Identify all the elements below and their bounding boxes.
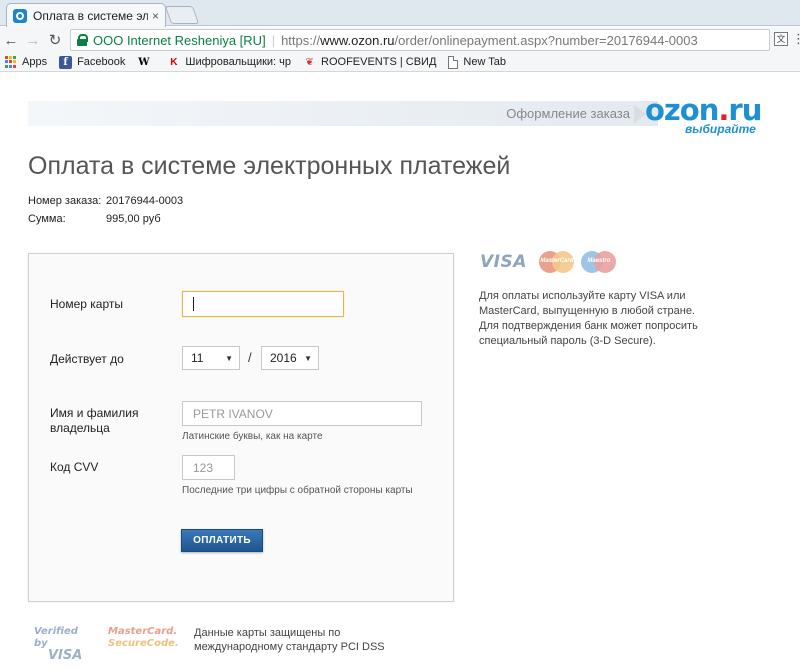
translate-icon[interactable]: 文 — [774, 32, 788, 46]
msc-line1: MasterCard. — [108, 626, 178, 637]
checkout-banner: Оформление заказа — [28, 101, 658, 126]
logo-tagline: выбирайте — [685, 122, 756, 136]
visa-logo: VISA — [480, 252, 527, 272]
pci-dss-note: Данные карты защищены по международному … — [194, 627, 385, 653]
order-sum-row: Сумма: 995,00 руб — [28, 213, 161, 225]
tab-title: Оплата в системе электр — [33, 8, 148, 23]
facebook-icon: f — [59, 55, 73, 69]
menu-icon[interactable]: ⋮ — [792, 32, 800, 45]
verified-by-visa-logo: Verified by VISA — [34, 626, 94, 662]
tab-active[interactable]: Оплата в системе электр × — [6, 3, 166, 27]
mastercard-logo: MasterCard — [538, 251, 575, 273]
page-content: Оформление заказа ozon.ru выбирайте Опла… — [0, 73, 800, 670]
lock-icon — [77, 34, 88, 46]
tab-strip: Оплата в системе электр × — [0, 0, 800, 27]
valid-until-label: Действует до — [50, 352, 124, 366]
divider: | — [271, 32, 276, 48]
mastercard-securecode-logo: MasterCard. SecureCode. — [108, 626, 194, 650]
cvv-placeholder: 123 — [193, 460, 214, 475]
order-sum-label: Сумма: — [28, 213, 66, 225]
bookmark-facebook[interactable]: f Facebook — [59, 55, 126, 69]
maestro-logo: Maestro — [580, 251, 617, 273]
mastercard-logo-text: MasterCard — [540, 258, 574, 264]
bookmark-label: New Tab — [463, 56, 507, 68]
payment-form: Номер карты Действует до 11 ▼ / 2016 ▼ И… — [28, 253, 454, 602]
date-separator: / — [248, 350, 252, 365]
expiry-month-select[interactable]: 11 ▼ — [182, 346, 240, 370]
msc-line2: SecureCode. — [108, 638, 179, 649]
expiry-year-value: 2016 — [270, 351, 297, 365]
bookmark-wikipedia[interactable]: W — [137, 56, 155, 69]
card-note: Для оплаты используйте карту VISA или Ma… — [479, 290, 698, 347]
cvv-label: Код CVV — [50, 460, 99, 474]
holder-name-hint: Латинские буквы, как на карте — [182, 431, 323, 442]
new-tab-button[interactable] — [164, 6, 200, 24]
cvv-hint: Последние три цифры с обратной стороны к… — [182, 485, 413, 496]
pay-button[interactable]: ОПЛАТИТЬ — [181, 529, 263, 552]
card-number-input[interactable] — [182, 291, 344, 317]
wikipedia-icon: W — [138, 56, 150, 68]
url-host: www.ozon.ru — [320, 32, 395, 48]
page-icon — [448, 55, 459, 69]
order-number-label: Номер заказа: — [28, 195, 102, 207]
bookmark-label: Шифровальщики: чр — [185, 56, 292, 68]
security-footer: Verified by VISA MasterCard. SecureCode.… — [34, 626, 394, 662]
breadcrumb: Оформление заказа — [506, 106, 630, 121]
maestro-logo-text: Maestro — [587, 258, 611, 264]
bookmark-new-tab[interactable]: New Tab — [448, 55, 507, 69]
bookmark-apps[interactable]: Apps — [4, 55, 48, 69]
expiry-year-select[interactable]: 2016 ▼ — [261, 346, 319, 370]
holder-name-label: Имя и фамилия владельца — [50, 406, 139, 435]
browser-toolbar: ← → ↻ OOO Internet Resheniya [RU] | http… — [0, 27, 800, 53]
ozon-logo[interactable]: ozon.ru выбирайте — [645, 96, 770, 137]
bookmark-label: Facebook — [77, 56, 126, 68]
kaspersky-icon: K — [170, 56, 178, 68]
secure-identity[interactable]: OOO Internet Resheniya [RU] — [93, 33, 266, 48]
accepted-cards: VISA MasterCard Maestro — [480, 251, 617, 273]
bookmark-roofevents[interactable]: ❦ ROOFEVENTS | СВИД — [303, 56, 436, 69]
reload-button[interactable]: ↻ — [44, 31, 66, 49]
back-button[interactable]: ← — [0, 32, 22, 49]
bookmark-label: Apps — [22, 56, 48, 68]
vbv-line1: Verified by — [34, 626, 78, 649]
holder-name-input[interactable]: PETR IVANOV — [182, 401, 422, 426]
url-scheme: https:// — [281, 32, 321, 48]
card-number-label: Номер карты — [50, 297, 123, 311]
order-number-value: 20176944-0003 — [106, 195, 184, 207]
cvv-input[interactable]: 123 — [182, 455, 235, 480]
roofevents-icon: ❦ — [305, 56, 314, 68]
page-title: Оплата в системе электронных платежей — [28, 152, 511, 180]
ozon-favicon-icon — [13, 8, 27, 23]
bookmark-kaspersky[interactable]: K Шифровальщики: чр — [167, 56, 291, 69]
chevron-down-icon: ▼ — [304, 354, 312, 363]
close-tab-icon[interactable]: × — [152, 9, 159, 23]
expiry-month-value: 11 — [191, 351, 204, 365]
url-path: /order/onlinepayment.aspx?number=2017694… — [394, 32, 698, 48]
apps-icon — [4, 55, 17, 69]
bookmark-label: ROOFEVENTS | СВИД — [321, 56, 437, 68]
order-number-row: Номер заказа: 20176944-0003 — [28, 195, 183, 207]
bookmarks-bar: Apps f Facebook W K Шифровальщики: чр ❦ … — [0, 53, 800, 72]
vbv-line2: VISA — [48, 648, 83, 663]
chevron-down-icon: ▼ — [225, 354, 233, 363]
forward-button[interactable]: → — [22, 32, 44, 49]
order-sum-value: 995,00 руб — [106, 213, 161, 225]
holder-name-placeholder: PETR IVANOV — [193, 406, 273, 421]
text-caret — [193, 297, 194, 311]
address-bar[interactable]: OOO Internet Resheniya [RU] | https://ww… — [70, 29, 770, 51]
